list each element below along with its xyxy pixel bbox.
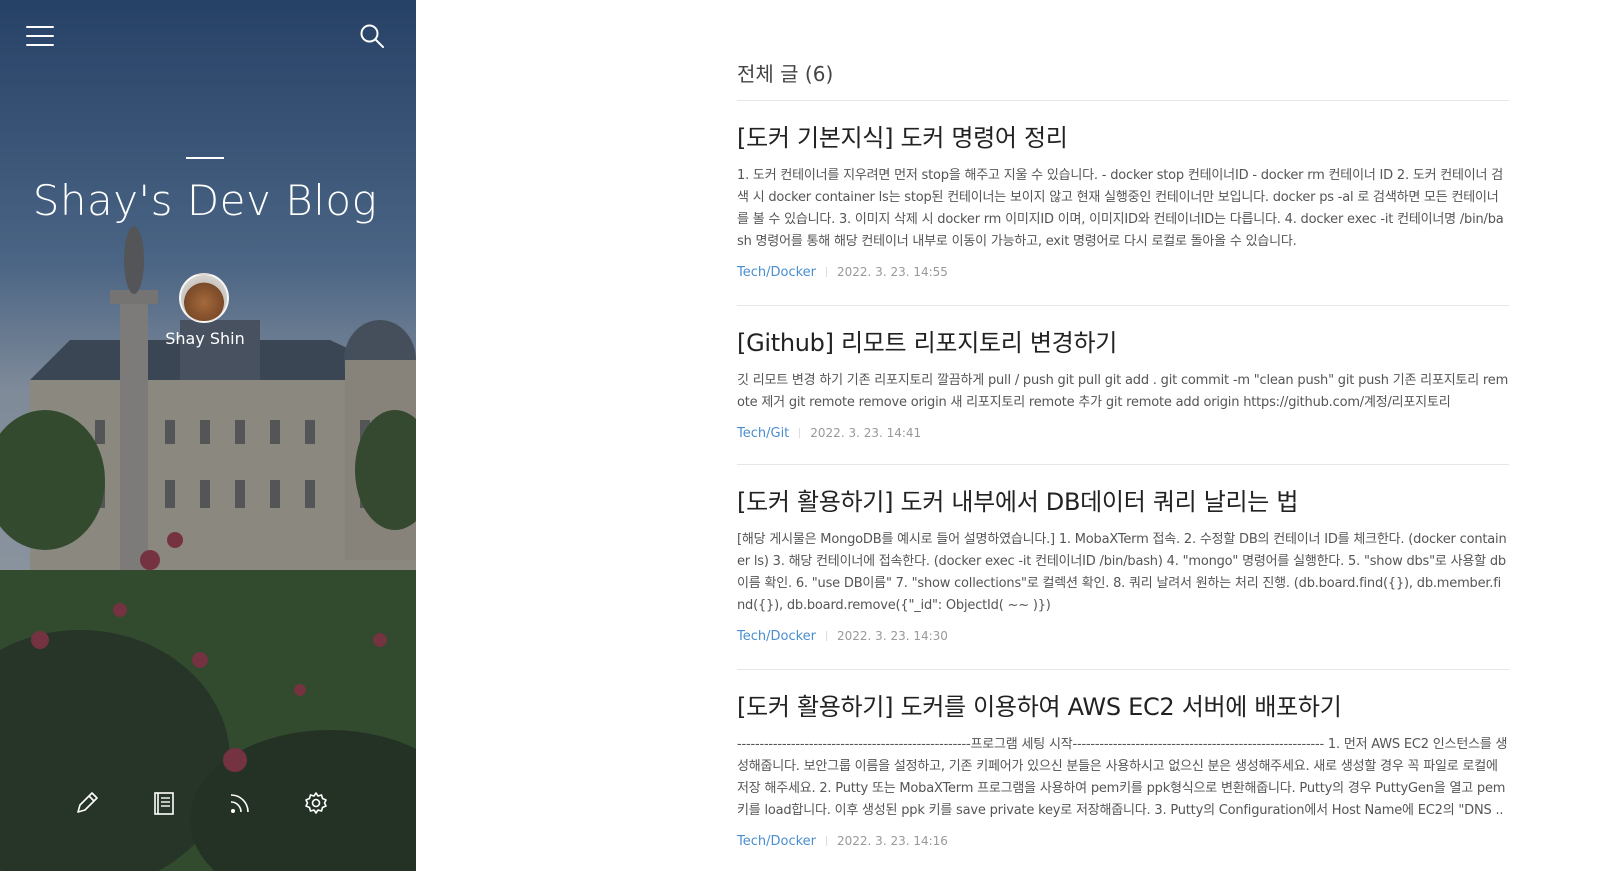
menu-icon-line [26,35,54,37]
sidebar-background-image [0,0,416,871]
write-icon [77,792,98,813]
post-date: 2022. 3. 23. 14:41 [810,425,922,440]
sidebar-footer [0,788,416,822]
meta-divider [826,631,828,642]
author-name: Shay Shin [165,329,245,348]
guestbook-button[interactable] [149,788,179,818]
list-heading: 전체 글 (6) [737,58,1509,101]
post-category-link[interactable]: Tech/Docker [737,629,816,644]
post-item[interactable]: [Github] 리모트 리포지토리 변경하기 깃 리모트 변경 하기 기존 리… [737,329,1509,465]
post-excerpt[interactable]: ----------------------------------------… [737,734,1509,822]
post-title[interactable]: [도커 활용하기] 도커 내부에서 DB데이터 쿼리 날리는 법 [737,488,1509,517]
menu-icon-line [26,44,54,46]
post-excerpt[interactable]: [해당 게시물은 MongoDB를 예시로 들어 설명하였습니다.] 1. Mo… [737,529,1509,617]
rss-button[interactable] [225,788,255,818]
search-button[interactable] [358,22,386,50]
post-date: 2022. 3. 23. 14:55 [837,264,948,279]
blog-title[interactable]: Shay's Dev Blog [0,176,410,225]
menu-button[interactable] [26,22,54,48]
post-excerpt[interactable]: 1. 도커 컨테이너를 지우려면 먼저 stop을 해주고 지울 수 있습니다.… [737,165,1509,253]
meta-divider [826,267,828,278]
sidebar: Shay's Dev Blog Shay Shin [0,0,416,871]
title-divider [186,157,224,159]
post-title[interactable]: [Github] 리모트 리포지토리 변경하기 [737,329,1509,358]
post-category-link[interactable]: Tech/Docker [737,834,816,849]
post-date: 2022. 3. 23. 14:30 [837,628,948,643]
post-meta: Tech/Git 2022. 3. 23. 14:41 [737,424,1509,443]
post-meta: Tech/Docker 2022. 3. 23. 14:16 [737,832,1509,851]
post-item[interactable]: [도커 기본지식] 도커 명령어 정리 1. 도커 컨테이너를 지우려면 먼저 … [737,124,1509,306]
meta-divider [799,428,801,439]
post-meta: Tech/Docker 2022. 3. 23. 14:30 [737,627,1509,646]
write-button[interactable] [72,788,102,818]
rss-icon [230,794,249,813]
post-meta: Tech/Docker 2022. 3. 23. 14:55 [737,263,1509,282]
post-category-link[interactable]: Tech/Docker [737,265,816,280]
post-item[interactable]: [도커 활용하기] 도커 내부에서 DB데이터 쿼리 날리는 법 [해당 게시물… [737,488,1509,670]
post-title[interactable]: [도커 활용하기] 도커를 이용하여 AWS EC2 서버에 배포하기 [737,693,1509,722]
post-item[interactable]: [도커 활용하기] 도커를 이용하여 AWS EC2 서버에 배포하기 ----… [737,693,1509,871]
post-title[interactable]: [도커 기본지식] 도커 명령어 정리 [737,124,1509,153]
search-icon [360,24,384,48]
menu-icon [26,26,54,28]
settings-button[interactable] [301,788,331,818]
settings-icon [305,792,327,814]
post-category-link[interactable]: Tech/Git [737,426,789,441]
post-excerpt[interactable]: 깃 리모트 변경 하기 기존 리포지토리 깔끔하게 pull / push gi… [737,370,1509,414]
meta-divider [826,836,828,847]
avatar [179,273,229,323]
post-date: 2022. 3. 23. 14:16 [837,833,948,848]
guestbook-icon [154,792,174,815]
